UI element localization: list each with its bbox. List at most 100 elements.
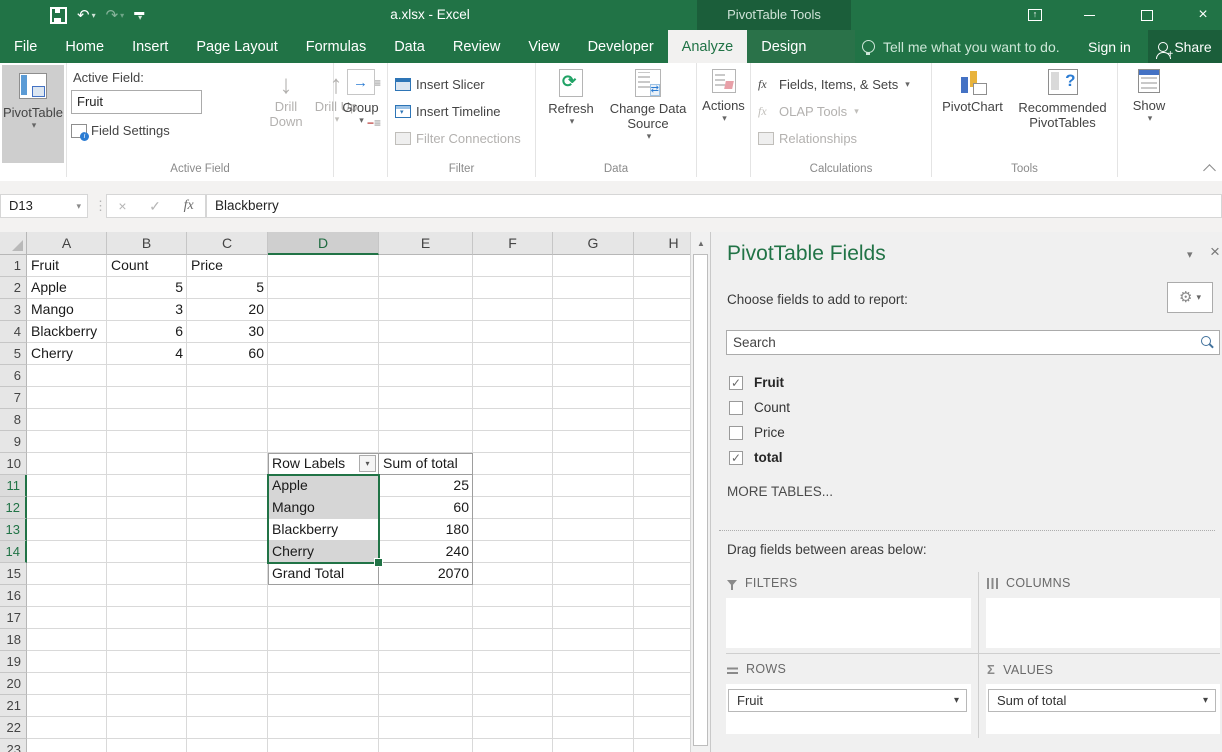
tools-gear-button[interactable]: ⚙ ▾	[1167, 282, 1213, 313]
tab-home[interactable]: Home	[51, 30, 118, 63]
vertical-scrollbar[interactable]: ▲	[690, 232, 710, 752]
refresh-button[interactable]: Refresh	[540, 63, 602, 163]
column-header-F[interactable]: F	[473, 232, 553, 255]
row-header-3[interactable]: 3	[0, 299, 27, 321]
row-header-4[interactable]: 4	[0, 321, 27, 343]
cell-A3[interactable]: Mango	[27, 299, 107, 321]
row-labels-filter-icon[interactable]: ▾	[359, 455, 376, 472]
cell-D11[interactable]: Apple	[268, 475, 379, 497]
column-header-C[interactable]: C	[187, 232, 268, 255]
close-button[interactable]: ×	[1186, 0, 1220, 30]
save-button[interactable]	[50, 7, 67, 24]
undo-caret-icon[interactable]: ▾	[92, 11, 96, 20]
row-header-18[interactable]: 18	[0, 629, 27, 651]
recommended-pivottables-button[interactable]: Recommended PivotTables	[1013, 63, 1113, 163]
row-header-22[interactable]: 22	[0, 717, 27, 739]
pane-close-icon[interactable]: ×	[1210, 242, 1220, 262]
field-checkbox-fruit[interactable]: ✓	[729, 376, 743, 390]
cell-E13[interactable]: 180	[379, 519, 473, 541]
tab-view[interactable]: View	[514, 30, 573, 63]
cell-D12[interactable]: Mango	[268, 497, 379, 519]
column-header-H[interactable]: H	[634, 232, 690, 255]
customize-qat-button[interactable]: ▬▾	[134, 10, 144, 20]
row-header-10[interactable]: 10	[0, 453, 27, 475]
active-field-input[interactable]: Fruit	[71, 90, 202, 114]
maximize-button[interactable]	[1130, 0, 1164, 30]
name-box-caret-icon[interactable]: ▾	[76, 195, 81, 217]
cell-E15[interactable]: 2070	[379, 563, 473, 585]
tab-analyze[interactable]: Analyze	[668, 30, 748, 63]
tab-data[interactable]: Data	[380, 30, 439, 63]
cell-C1[interactable]: Price	[187, 255, 268, 277]
minimize-button[interactable]	[1072, 0, 1106, 30]
cell-B1[interactable]: Count	[107, 255, 187, 277]
row-header-5[interactable]: 5	[0, 343, 27, 365]
pivottable-button[interactable]: PivotTable	[2, 65, 64, 163]
row-header-11[interactable]: 11	[0, 475, 27, 497]
collapse-ribbon-icon[interactable]	[1203, 164, 1216, 177]
values-drop-area[interactable]: Sum of total▾	[986, 684, 1220, 734]
cell-C5[interactable]: 60	[187, 343, 268, 365]
share-button[interactable]: Share	[1148, 30, 1222, 63]
ribbon-display-options-button[interactable]: ↑	[1018, 0, 1052, 30]
field-settings-button[interactable]: Field Settings	[71, 123, 170, 138]
tab-review[interactable]: Review	[439, 30, 515, 63]
row-header-9[interactable]: 9	[0, 431, 27, 453]
name-box[interactable]: D13 ▾	[0, 194, 88, 218]
row-header-2[interactable]: 2	[0, 277, 27, 299]
cell-C3[interactable]: 20	[187, 299, 268, 321]
row-header-8[interactable]: 8	[0, 409, 27, 431]
scroll-up-icon[interactable]: ▲	[693, 235, 709, 252]
row-header-6[interactable]: 6	[0, 365, 27, 387]
row-header-13[interactable]: 13	[0, 519, 27, 541]
tab-file[interactable]: File	[0, 30, 51, 63]
actions-button[interactable]: Actions	[697, 63, 750, 163]
row-header-20[interactable]: 20	[0, 673, 27, 695]
columns-drop-area[interactable]	[986, 598, 1220, 648]
field-item-fruit[interactable]: ✓Fruit	[729, 370, 784, 395]
field-item-total[interactable]: ✓total	[729, 445, 783, 470]
change-data-source-button[interactable]: Change Data Source	[604, 63, 692, 163]
row-header-15[interactable]: 15	[0, 563, 27, 585]
scrollbar-thumb[interactable]	[693, 254, 708, 746]
cell-C4[interactable]: 30	[187, 321, 268, 343]
cell-E14[interactable]: 240	[379, 541, 473, 563]
cell-B3[interactable]: 3	[107, 299, 187, 321]
column-header-G[interactable]: G	[553, 232, 634, 255]
insert-function-button[interactable]: fx	[184, 198, 194, 214]
cell-A1[interactable]: Fruit	[27, 255, 107, 277]
tell-me-box[interactable]: Tell me what you want to do.	[862, 30, 1060, 63]
fields-search-input[interactable]: Search	[726, 330, 1220, 355]
pivotchart-button[interactable]: PivotChart	[937, 63, 1009, 163]
cell-D15[interactable]: Grand Total	[268, 563, 379, 585]
column-header-D[interactable]: D	[268, 232, 379, 255]
more-tables-link[interactable]: MORE TABLES...	[727, 484, 833, 499]
values-pill-caret-icon[interactable]: ▾	[1203, 690, 1208, 711]
column-header-B[interactable]: B	[107, 232, 187, 255]
cell-B4[interactable]: 6	[107, 321, 187, 343]
tab-insert[interactable]: Insert	[118, 30, 182, 63]
formula-input[interactable]: Blackberry	[206, 194, 1222, 218]
group-button[interactable]: → Group	[334, 63, 387, 163]
show-button[interactable]: Show	[1118, 63, 1180, 163]
cell-E11[interactable]: 25	[379, 475, 473, 497]
cell-B2[interactable]: 5	[107, 277, 187, 299]
cell-D13[interactable]: Blackberry	[268, 519, 379, 541]
sign-in-button[interactable]: Sign in	[1088, 30, 1131, 63]
cell-E12[interactable]: 60	[379, 497, 473, 519]
row-header-19[interactable]: 19	[0, 651, 27, 673]
insert-slicer-button[interactable]: Insert Slicer	[395, 75, 485, 93]
undo-button[interactable]: ↶▾	[77, 6, 96, 24]
column-header-A[interactable]: A	[27, 232, 107, 255]
rows-drop-area[interactable]: Fruit▾	[726, 684, 971, 734]
rows-pill-fruit[interactable]: Fruit▾	[728, 689, 967, 712]
tab-page-layout[interactable]: Page Layout	[182, 30, 291, 63]
cell-A2[interactable]: Apple	[27, 277, 107, 299]
tab-developer[interactable]: Developer	[574, 30, 668, 63]
cell-E10[interactable]: Sum of total	[379, 453, 473, 475]
row-header-14[interactable]: 14	[0, 541, 27, 563]
insert-timeline-button[interactable]: Insert Timeline	[395, 102, 501, 120]
cell-B5[interactable]: 4	[107, 343, 187, 365]
field-checkbox-total[interactable]: ✓	[729, 451, 743, 465]
row-header-7[interactable]: 7	[0, 387, 27, 409]
